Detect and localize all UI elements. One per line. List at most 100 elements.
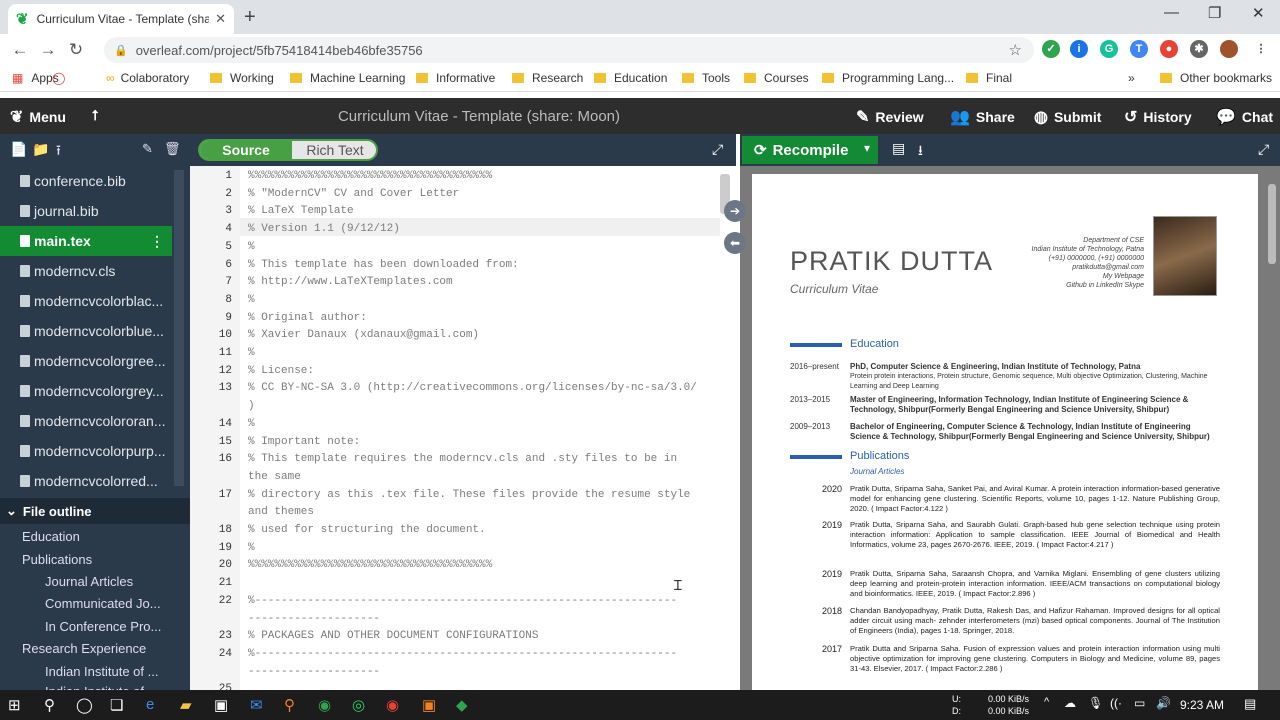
new-file-icon[interactable]: 📄 [10, 141, 27, 158]
code-line[interactable]: % This template has been downloaded from… [248, 259, 519, 271]
code-line[interactable]: %---------------------------------------… [248, 595, 677, 607]
pdf-page[interactable]: PRATIK DUTTA Curriculum Vitae Department… [752, 174, 1258, 690]
task-view-icon[interactable]: ❏ [110, 696, 123, 714]
code-line[interactable]: % [248, 542, 255, 554]
code-line[interactable]: % [248, 347, 255, 359]
submit-button[interactable]: ◍ Submit [1034, 107, 1101, 127]
code-line[interactable]: %%%%%%%%%%%%%%%%%%%%%%%%%%%%%%%%%%%%% [248, 559, 492, 571]
bookmark-folder-ml[interactable]: Machine Learning [290, 71, 405, 85]
file-item[interactable]: moderncvcolorblac... [0, 286, 172, 316]
recompile-dropdown-icon[interactable]: ▾ [864, 141, 870, 155]
bookmark-folder-working[interactable]: Working [210, 71, 274, 85]
file-list-scrollbar[interactable] [174, 170, 184, 486]
outline-item[interactable]: Communicated Jo... [45, 596, 175, 611]
code-line[interactable]: -------------------- [248, 613, 380, 625]
file-item[interactable]: moderncvcolorgrey... [0, 376, 172, 406]
profile-avatar[interactable] [1220, 40, 1238, 58]
extension-icon[interactable]: ● [1160, 40, 1178, 58]
code-line[interactable]: % This template requires the moderncv.cl… [248, 453, 677, 465]
code-line[interactable]: % http://www.LaTeXTemplates.com [248, 276, 453, 288]
microphone-icon[interactable]: 🎙 [1088, 696, 1103, 710]
close-window-button[interactable]: ✕ [1252, 4, 1265, 22]
code-line[interactable]: % [248, 418, 255, 430]
file-outline-header[interactable]: ⌄ File outline [0, 498, 190, 524]
cloud-icon[interactable]: ☁ [1064, 696, 1076, 710]
wechat-icon[interactable]: ◉ [318, 696, 331, 714]
search-bookmark-icon[interactable]: ◯ [52, 71, 65, 85]
code-line[interactable]: the same [248, 471, 301, 483]
history-button[interactable]: ↺ History [1124, 107, 1192, 127]
code-line[interactable]: % LaTeX Template [248, 205, 354, 217]
outline-item[interactable]: Journal Articles [45, 574, 175, 589]
clock[interactable]: 9:23 AM [1180, 698, 1224, 712]
new-folder-icon[interactable]: 📁 [32, 141, 49, 158]
outline-item[interactable]: ⌄Research Experience [22, 641, 172, 656]
log-icon[interactable]: ▤ [892, 140, 905, 157]
file-explorer-icon[interactable]: ▰ [180, 696, 192, 714]
code-line[interactable]: % "ModernCV" CV and Cover Letter [248, 188, 459, 200]
bookmark-folder-informative[interactable]: Informative [416, 71, 495, 85]
grammarly-extension-icon[interactable]: G [1100, 40, 1118, 58]
code-line[interactable]: % [248, 241, 255, 253]
bookmark-folder-education[interactable]: Education [594, 71, 667, 85]
windows-start-icon[interactable]: ⊞ [8, 696, 21, 714]
iq-extension-icon[interactable]: i [1070, 40, 1088, 58]
project-title[interactable]: Curriculum Vitae - Template (share: Moon… [0, 108, 958, 125]
file-item[interactable]: moderncvcolorpurp... [0, 436, 172, 466]
url-bar[interactable]: 🔒 overleaf.com/project/5fb75418414beb46b… [104, 37, 1034, 63]
volume-icon[interactable]: 🔊 [1156, 696, 1171, 710]
browser-tab[interactable]: ❦ Curriculum Vitae - Template (share: Mo… [8, 4, 234, 34]
code-line[interactable]: % PACKAGES AND OTHER DOCUMENT CONFIGURAT… [248, 630, 538, 642]
reload-button[interactable]: ↻ [62, 40, 90, 60]
store-icon[interactable]: ▣ [214, 696, 228, 714]
shield-extension-icon[interactable]: ✓ [1042, 40, 1060, 58]
file-item[interactable]: moderncvcolorgree... [0, 346, 172, 376]
back-button[interactable]: ← [6, 40, 34, 60]
rich-text-mode-button[interactable]: Rich Text [292, 141, 376, 159]
outline-item[interactable]: In Conference Pro... [45, 619, 175, 634]
expand-editor-icon[interactable]: ⤢ [712, 141, 723, 158]
bookmark-star-icon[interactable]: ☆ [1009, 41, 1022, 59]
expand-pdf-icon[interactable]: ⤢ [1258, 141, 1269, 158]
file-item[interactable]: moderncvcolorblue... [0, 316, 172, 346]
minimize-button[interactable]: — [1164, 4, 1179, 21]
puzzle-extensions-icon[interactable]: ✱ [1190, 40, 1208, 58]
code-line[interactable]: ) [248, 400, 255, 412]
forward-button[interactable]: → [34, 40, 62, 60]
download-pdf-icon[interactable]: ⭳ [918, 140, 923, 164]
search-app-icon[interactable]: ⚲ [284, 696, 295, 714]
whatsapp-icon[interactable]: ◎ [352, 696, 365, 714]
outline-item[interactable]: Education [22, 529, 80, 544]
bookmarks-overflow-button[interactable]: » [1128, 71, 1135, 85]
code-line[interactable]: % used for structuring the document. [248, 524, 486, 536]
rename-pencil-icon[interactable]: ✎ [142, 141, 153, 157]
bookmark-folder-final[interactable]: Final [966, 71, 1012, 85]
chrome-icon[interactable]: ◉ [386, 696, 399, 714]
sync-to-code-icon[interactable]: ⬅ [724, 232, 746, 254]
editor-mode-toggle[interactable]: Source Rich Text [198, 139, 378, 161]
close-tab-icon[interactable]: ✕ [215, 11, 226, 27]
source-mode-button[interactable]: Source [200, 141, 292, 159]
maximize-button[interactable]: ❐ [1208, 4, 1221, 22]
app-icon[interactable]: ◆ [456, 696, 468, 714]
cortana-icon[interactable]: ◯ [76, 696, 93, 714]
code-line[interactable]: and themes [248, 506, 314, 518]
app-icon[interactable]: ▣ [422, 696, 436, 714]
new-tab-button[interactable]: + [244, 6, 256, 29]
bookmark-folder-programming[interactable]: Programming Lang... [822, 71, 954, 85]
code-line[interactable]: % Version 1.1 (9/12/12) [248, 223, 400, 235]
code-line[interactable]: % directory as this .tex file. These fil… [248, 489, 690, 501]
upload-icon[interactable]: ⭱ [56, 140, 61, 164]
edge-icon[interactable]: e [146, 696, 154, 713]
translate-extension-icon[interactable]: T [1130, 40, 1148, 58]
file-item[interactable]: moderncvcolorred... [0, 466, 172, 488]
file-item[interactable]: moderncvcolororan... [0, 406, 172, 436]
code-line[interactable]: % CC BY-NC-SA 3.0 (http://creativecommon… [248, 382, 697, 394]
file-item[interactable]: moderncv.cls [0, 256, 172, 286]
bookmark-folder-research[interactable]: Research [512, 71, 583, 85]
pdf-scrollbar[interactable] [1268, 184, 1276, 264]
notifications-icon[interactable]: ▤ [1244, 696, 1256, 712]
outline-item[interactable]: Indian Institute of ... [45, 664, 175, 679]
recompile-button[interactable]: ⟳ Recompile [742, 136, 878, 164]
bookmark-folder-tools[interactable]: Tools [682, 71, 730, 85]
